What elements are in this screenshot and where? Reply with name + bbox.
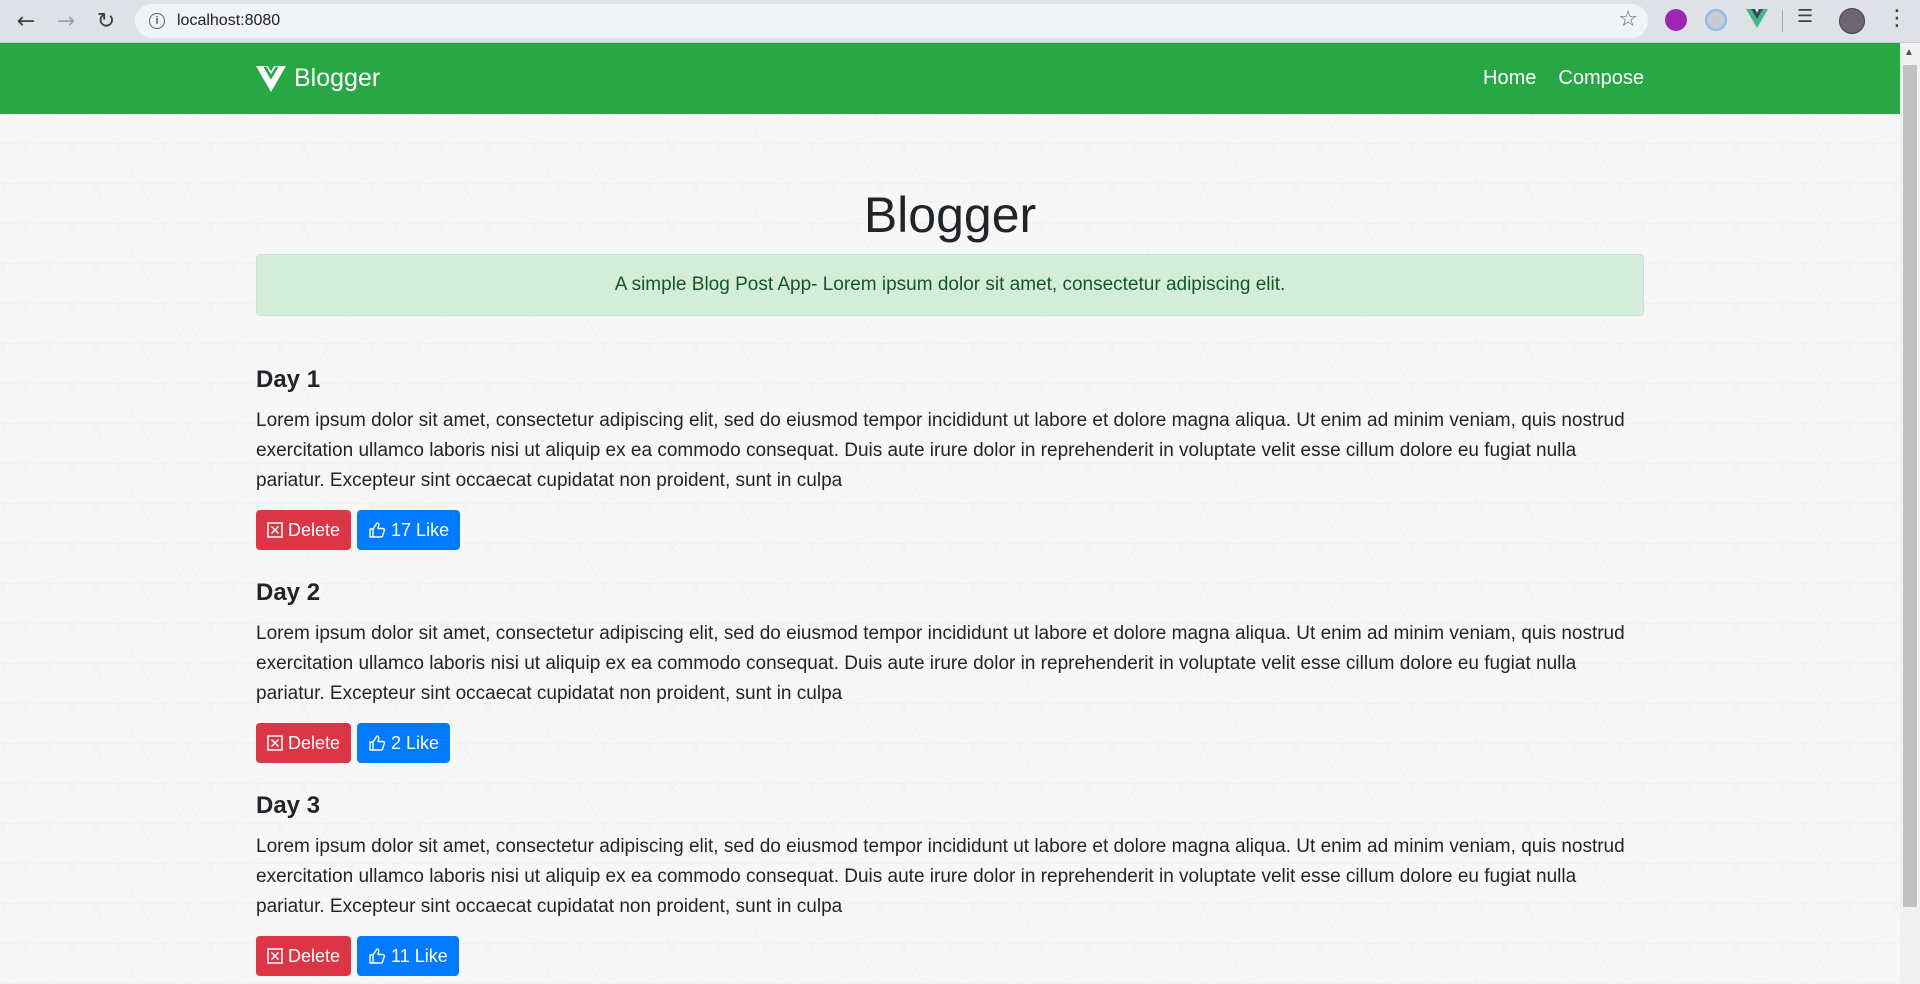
- arrow-left-icon[interactable]: ←: [6, 1, 46, 41]
- like-label: 2 Like: [391, 732, 440, 753]
- toolbar-divider: [1782, 10, 1783, 32]
- post-list: Day 1 Lorem ipsum dolor sit amet, consec…: [256, 366, 1644, 976]
- nav-link-compose[interactable]: Compose: [1558, 67, 1644, 90]
- brand-name[interactable]: Blogger: [294, 64, 380, 93]
- delete-button[interactable]: Delete: [256, 723, 352, 763]
- delete-label: Delete: [288, 945, 341, 966]
- nav-links: Home Compose: [1483, 67, 1644, 90]
- post-item: Day 1 Lorem ipsum dolor sit amet, consec…: [256, 366, 1644, 550]
- post-body: Lorem ipsum dolor sit amet, consectetur …: [256, 623, 1625, 704]
- close-box-icon: [267, 735, 283, 751]
- post-title: Day 2: [256, 579, 321, 606]
- post-actions: Delete 11 Like: [256, 936, 1644, 976]
- delete-button[interactable]: Delete: [256, 510, 352, 550]
- like-button[interactable]: 2 Like: [357, 723, 451, 763]
- subtitle-text: A simple Blog Post App- Lorem ipsum dolo…: [614, 274, 1286, 295]
- thumbs-up-icon: [368, 734, 386, 752]
- reload-icon[interactable]: ↻: [86, 1, 126, 41]
- page-title: Blogger: [863, 187, 1037, 243]
- post-body: Lorem ipsum dolor sit amet, consectetur …: [256, 836, 1625, 917]
- like-label: 11 Like: [391, 945, 448, 966]
- delete-label: Delete: [288, 519, 341, 540]
- page-scrollbar[interactable]: ▲: [1900, 43, 1920, 984]
- profile-avatar[interactable]: [1839, 8, 1865, 34]
- navbar: Blogger Home Compose: [0, 43, 1900, 114]
- nav-link-home[interactable]: Home: [1483, 67, 1536, 90]
- like-button[interactable]: 11 Like: [357, 936, 459, 976]
- bookmark-star-icon[interactable]: ☆: [1618, 7, 1638, 32]
- post-body: Lorem ipsum dolor sit amet, consectetur …: [256, 410, 1625, 491]
- thumbs-up-icon: [368, 947, 386, 965]
- like-button[interactable]: 17 Like: [357, 510, 461, 550]
- navbar-brand[interactable]: Blogger: [256, 64, 380, 93]
- page-viewport: Blogger Home Compose Blogger A simple Bl…: [0, 43, 1900, 984]
- delete-button[interactable]: Delete: [256, 936, 352, 976]
- browser-toolbar: ← → ↻ i localhost:8080 ☆ ☰ ⋮: [0, 0, 1920, 43]
- extension-icon[interactable]: [1665, 9, 1687, 31]
- close-box-icon: [267, 948, 283, 964]
- post-title: Day 3: [256, 792, 321, 819]
- scroll-up-icon[interactable]: ▲: [1904, 47, 1914, 58]
- post-item: Day 2 Lorem ipsum dolor sit amet, consec…: [256, 579, 1644, 763]
- media-control-icon[interactable]: ☰: [1797, 6, 1819, 28]
- vue-logo-icon: [256, 65, 286, 92]
- delete-label: Delete: [288, 732, 341, 753]
- close-box-icon: [267, 522, 283, 538]
- post-item: Day 3 Lorem ipsum dolor sit amet, consec…: [256, 792, 1644, 976]
- post-actions: Delete 17 Like: [256, 510, 1644, 550]
- url-text[interactable]: localhost:8080: [177, 12, 280, 30]
- arrow-right-icon[interactable]: →: [46, 1, 86, 41]
- thumbs-up-icon: [368, 521, 386, 539]
- post-title: Day 1: [256, 366, 321, 393]
- address-bar[interactable]: i localhost:8080 ☆: [135, 4, 1648, 38]
- vue-devtools-icon[interactable]: [1746, 9, 1768, 31]
- post-actions: Delete 2 Like: [256, 723, 1644, 763]
- scrollbar-thumb[interactable]: [1903, 65, 1917, 907]
- info-icon[interactable]: i: [149, 13, 165, 29]
- like-label: 17 Like: [391, 519, 450, 540]
- more-menu-icon[interactable]: ⋮: [1886, 6, 1908, 31]
- main-container: Blogger A simple Blog Post App- Lorem ip…: [256, 190, 1644, 976]
- subtitle-alert: A simple Blog Post App- Lorem ipsum dolo…: [256, 254, 1644, 316]
- react-devtools-icon[interactable]: [1705, 9, 1727, 31]
